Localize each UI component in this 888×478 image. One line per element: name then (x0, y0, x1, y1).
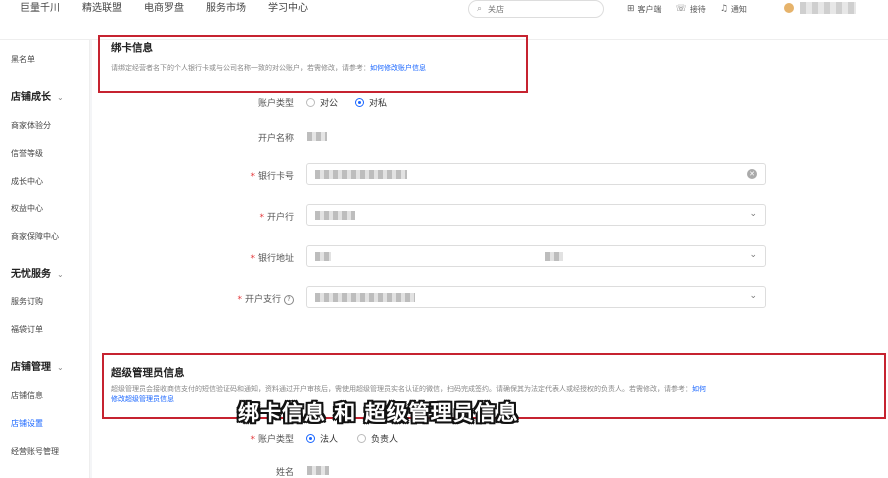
super-admin-title: 超级管理员信息 (111, 367, 185, 379)
chevron-down-icon: ⌄ (57, 93, 64, 102)
search-input[interactable] (486, 3, 591, 15)
bank-card-title: 绑卡信息 (111, 42, 153, 54)
account-name-label: 开户名称 (257, 134, 294, 144)
client-button[interactable]: ⊞ 客户端 (627, 4, 662, 15)
sidebar-item-shop-settings[interactable]: 店铺设置 (11, 418, 43, 429)
sidebar-group-shop-growth[interactable]: 店铺成长 ⌄ (11, 88, 64, 103)
nav-item-learning[interactable]: 学习中心 (268, 0, 308, 18)
reception-label: 接待 (689, 4, 706, 14)
bank-select[interactable]: ⌄ (306, 204, 766, 226)
bank-address-select[interactable]: ⌄ (306, 245, 766, 267)
help-circle-icon[interactable]: ? (284, 294, 294, 305)
label-text: 银行卡号 (257, 172, 294, 182)
top-bar: 巨量千川 精选联盟 电商罗盘 服务市场 学习中心 ⌕ ⊞ 客户端 ☏ 接待 ♫ … (0, 0, 888, 40)
sidebar-item-experience-score[interactable]: 商家体验分 (11, 120, 51, 131)
required-mark: * (250, 435, 255, 445)
clear-icon[interactable]: ✕ (747, 169, 757, 179)
sidebar: 黑名单 店铺成长 ⌄ 商家体验分 信誉等级 成长中心 权益中心 商家保障中心 无忧… (0, 40, 90, 478)
chevron-down-icon: ⌄ (749, 250, 757, 260)
chevron-down-icon: ⌄ (749, 291, 757, 301)
sidebar-item-credit-level[interactable]: 信誉等级 (11, 148, 43, 159)
radio-responsible-person[interactable]: 负责人 (357, 432, 398, 445)
branch-select[interactable]: ⌄ (306, 286, 766, 308)
radio-circle (355, 98, 364, 107)
radio-corporate[interactable]: 对公 (306, 96, 338, 109)
card-number-blurred (315, 170, 407, 179)
admin-name-blurred (307, 466, 329, 475)
radio-label: 对公 (320, 99, 339, 109)
sidebar-group-worry-free[interactable]: 无忧服务 ⌄ (11, 265, 64, 280)
plus-square-icon: ⊞ (627, 4, 635, 14)
sidebar-item-shop-info[interactable]: 店铺信息 (11, 390, 43, 401)
sidebar-item-account-management[interactable]: 经营账号管理 (11, 446, 59, 457)
sidebar-group-label: 无忧服务 (11, 269, 51, 280)
edit-admin-link-part1[interactable]: 如何 (692, 385, 706, 393)
radio-private[interactable]: 对私 (355, 96, 387, 109)
label-text: 银行地址 (257, 254, 294, 264)
chevron-down-icon: ⌄ (749, 209, 757, 219)
sidebar-item-lucky-bag[interactable]: 福袋订单 (11, 324, 43, 335)
sidebar-item-growth-center[interactable]: 成长中心 (11, 176, 43, 187)
label-text: 开户支行 (244, 295, 281, 305)
bank-address-province-blurred (315, 252, 331, 261)
bank-address-label: * 银行地址 (204, 251, 294, 264)
bank-card-desc-text: 请绑定经营者名下的个人银行卡或与公司名称一致的对公账户，若需修改，请参考： (111, 64, 370, 72)
admin-name-label: 姓名 (275, 468, 294, 478)
super-admin-desc-text: 超级管理员会接收商信支付的短信验证码和通知，资料通过开户审核后，需使用超级管理员… (111, 385, 692, 393)
sidebar-item-guarantee-center[interactable]: 商家保障中心 (11, 231, 59, 242)
nav-item-compass[interactable]: 电商罗盘 (144, 0, 184, 18)
user-menu[interactable] (784, 2, 856, 14)
edit-admin-link-part2[interactable]: 修改超级管理员信息 (111, 395, 174, 403)
admin-account-type-label: * 账户类型 (204, 432, 294, 445)
required-mark: * (237, 295, 242, 305)
chevron-down-icon: ⌄ (57, 270, 64, 279)
required-mark: * (250, 254, 255, 264)
radio-label: 法人 (320, 435, 339, 445)
notification-label: 通知 (730, 4, 747, 14)
top-nav: 巨量千川 精选联盟 电商罗盘 服务市场 学习中心 (20, 0, 330, 18)
radio-label: 负责人 (371, 435, 399, 445)
sidebar-item-rights-center[interactable]: 权益中心 (11, 203, 43, 214)
required-mark: * (250, 172, 255, 182)
headset-icon: ☏ (675, 4, 687, 14)
label-text: 开户行 (266, 213, 294, 223)
search-icon: ⌕ (477, 4, 483, 14)
user-name-blurred (800, 2, 856, 14)
client-label: 客户端 (637, 4, 662, 14)
card-number-field[interactable]: ✕ (306, 163, 766, 185)
bank-address-city-blurred (545, 252, 563, 261)
radio-label: 对私 (369, 99, 388, 109)
search-box[interactable]: ⌕ (468, 0, 604, 18)
account-name-value-blurred (307, 132, 327, 141)
nav-item-qianchuan[interactable]: 巨量千川 (20, 0, 60, 18)
edit-account-info-link[interactable]: 如何修改账户信息 (370, 64, 426, 72)
notification-button[interactable]: ♫ 通知 (720, 4, 747, 15)
nav-item-service-market[interactable]: 服务市场 (206, 0, 246, 18)
sidebar-group-label: 店铺成长 (11, 92, 51, 103)
account-type-label: 账户类型 (257, 99, 294, 109)
reception-button[interactable]: ☏ 接待 (676, 4, 706, 15)
toolbar: ⊞ 客户端 ☏ 接待 ♫ 通知 (627, 0, 761, 18)
bank-blurred (315, 211, 355, 220)
chevron-down-icon: ⌄ (57, 363, 64, 372)
required-mark: * (259, 213, 264, 223)
sidebar-group-shop-management[interactable]: 店铺管理 ⌄ (11, 358, 64, 373)
sidebar-item-blacklist[interactable]: 黑名单 (11, 54, 35, 65)
video-subtitle: 绑卡信息 和 超级管理员信息 (238, 401, 519, 425)
avatar (784, 3, 794, 13)
bank-card-description: 请绑定经营者名下的个人银行卡或与公司名称一致的对公账户，若需修改，请参考：如何修… (111, 63, 426, 73)
radio-circle (357, 434, 366, 443)
radio-circle (306, 434, 315, 443)
radio-legal-person[interactable]: 法人 (306, 432, 338, 445)
branch-label: * 开户支行? (204, 292, 294, 305)
label-text: 账户类型 (257, 435, 294, 445)
branch-blurred (315, 293, 415, 302)
sidebar-group-label: 店铺管理 (11, 362, 51, 373)
card-number-label: * 银行卡号 (204, 169, 294, 182)
sidebar-item-service-order[interactable]: 服务订购 (11, 296, 43, 307)
bell-icon: ♫ (719, 4, 728, 14)
nav-item-alliance[interactable]: 精选联盟 (82, 0, 122, 18)
radio-circle (306, 98, 315, 107)
bank-label: * 开户行 (204, 210, 294, 223)
